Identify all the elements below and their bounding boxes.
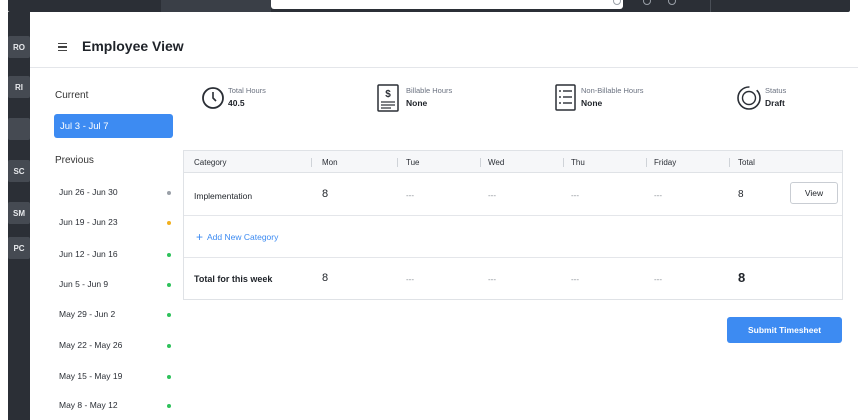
hours-fri: ---: [654, 191, 662, 200]
period-item[interactable]: Jun 19 - Jun 23: [59, 217, 171, 231]
page-header: Employee View: [30, 12, 858, 68]
weekly-total-sum: 8: [738, 270, 746, 285]
menu-icon[interactable]: [58, 43, 67, 51]
column-divider: [646, 158, 647, 167]
status-dot: [167, 221, 171, 225]
period-label: May 29 - Jun 2: [59, 309, 116, 319]
weekly-total-label: Total for this week: [194, 274, 273, 284]
weekly-total-mon: 8: [322, 272, 329, 284]
current-period-label: Jul 3 - Jul 7: [60, 120, 109, 132]
column-divider: [563, 158, 564, 167]
period-label: May 15 - May 19: [59, 371, 123, 381]
hours-total: 8: [738, 189, 744, 200]
hours-mon: 8: [322, 188, 329, 200]
status-dot: [167, 344, 171, 348]
column-divider: [397, 158, 398, 167]
period-label: Jun 26 - Jun 30: [59, 187, 118, 197]
status-dot: [167, 283, 171, 287]
clock-icon: [202, 87, 224, 109]
rail-item-ro[interactable]: RO: [8, 36, 30, 58]
rail-item-sm[interactable]: SM: [8, 202, 30, 224]
top-bar-divider: [710, 0, 711, 12]
current-label: Current: [55, 90, 89, 101]
weekly-total-wed: ---: [488, 275, 496, 284]
period-item[interactable]: May 22 - May 26: [59, 340, 171, 354]
add-category-link[interactable]: + Add New Category: [196, 230, 278, 244]
hours-tue: ---: [406, 191, 414, 200]
rail-item-ri[interactable]: RI: [8, 76, 30, 98]
column-divider: [480, 158, 481, 167]
period-sidebar: Current Jul 3 - Jul 7 Previous Jun 26 - …: [30, 69, 178, 420]
period-item[interactable]: Jun 12 - Jun 16: [59, 249, 171, 263]
plus-icon: +: [196, 230, 204, 244]
weekly-total-tue: ---: [406, 275, 414, 284]
rail-item-pc[interactable]: PC: [8, 237, 30, 259]
row-divider: [184, 215, 842, 216]
stat-label: Total Hours: [228, 86, 266, 95]
column-divider: [311, 158, 312, 167]
stat-value: Draft: [765, 98, 785, 108]
submit-timesheet-button[interactable]: Submit Timesheet: [727, 317, 842, 343]
rail-item-blank[interactable]: [8, 118, 30, 140]
column-header-mon: Mon: [322, 158, 338, 167]
rail-item-sc[interactable]: SC: [8, 160, 30, 182]
current-period-button[interactable]: Jul 3 - Jul 7: [54, 114, 173, 138]
app-rail: RO RI SC SM PC: [8, 12, 30, 420]
period-label: May 8 - May 12: [59, 400, 118, 410]
column-header-wed: Wed: [488, 158, 505, 167]
list-document-icon: [555, 84, 576, 111]
timesheet-table: Category Mon Tue Wed Thu Friday Total Im…: [183, 150, 843, 300]
weekly-total-thu: ---: [571, 275, 579, 284]
svg-text:$: $: [385, 89, 391, 100]
row-divider: [184, 257, 842, 258]
period-label: May 22 - May 26: [59, 340, 123, 350]
period-label: Jun 5 - Jun 9: [59, 279, 109, 289]
help-icon[interactable]: [668, 0, 676, 5]
notification-icon[interactable]: [643, 0, 651, 5]
previous-label: Previous: [55, 155, 94, 166]
column-divider: [729, 158, 730, 167]
top-bar: [8, 0, 850, 12]
period-item[interactable]: Jun 5 - Jun 9: [59, 279, 171, 293]
column-header-category: Category: [194, 158, 227, 167]
stat-label: Billable Hours: [406, 86, 453, 95]
status-dot: [167, 404, 171, 408]
stat-label: Non-Billable Hours: [581, 86, 644, 95]
status-dot: [167, 375, 171, 379]
period-label: Jun 19 - Jun 23: [59, 217, 118, 227]
status-dot: [167, 253, 171, 257]
column-header-tue: Tue: [406, 158, 420, 167]
period-item[interactable]: Jun 26 - Jun 30: [59, 187, 171, 201]
stat-value: None: [581, 98, 603, 108]
table-header-row: Category Mon Tue Wed Thu Friday Total: [184, 151, 842, 173]
stat-value: 40.5: [228, 98, 245, 108]
billable-document-icon: $: [377, 84, 399, 112]
period-item[interactable]: May 8 - May 12: [59, 400, 171, 414]
column-header-total: Total: [738, 158, 755, 167]
hours-thu: ---: [571, 191, 579, 200]
hours-wed: ---: [488, 191, 496, 200]
column-header-friday: Friday: [654, 158, 677, 167]
column-header-thu: Thu: [571, 158, 585, 167]
global-search-input[interactable]: [271, 0, 623, 9]
stat-label: Status: [765, 86, 787, 95]
period-label: Jun 12 - Jun 16: [59, 249, 118, 259]
add-category-label: Add New Category: [207, 232, 279, 242]
view-button[interactable]: View: [790, 182, 838, 204]
status-dot: [167, 313, 171, 317]
stat-value: None: [406, 98, 428, 108]
period-item[interactable]: May 15 - May 19: [59, 371, 171, 385]
weekly-total-fri: ---: [654, 275, 662, 284]
top-tab[interactable]: [161, 0, 271, 12]
period-item[interactable]: May 29 - Jun 2: [59, 309, 171, 323]
page-title: Employee View: [82, 38, 184, 54]
status-dot: [167, 191, 171, 195]
status-ring-icon: [737, 86, 761, 110]
category-name: Implementation: [194, 191, 253, 201]
